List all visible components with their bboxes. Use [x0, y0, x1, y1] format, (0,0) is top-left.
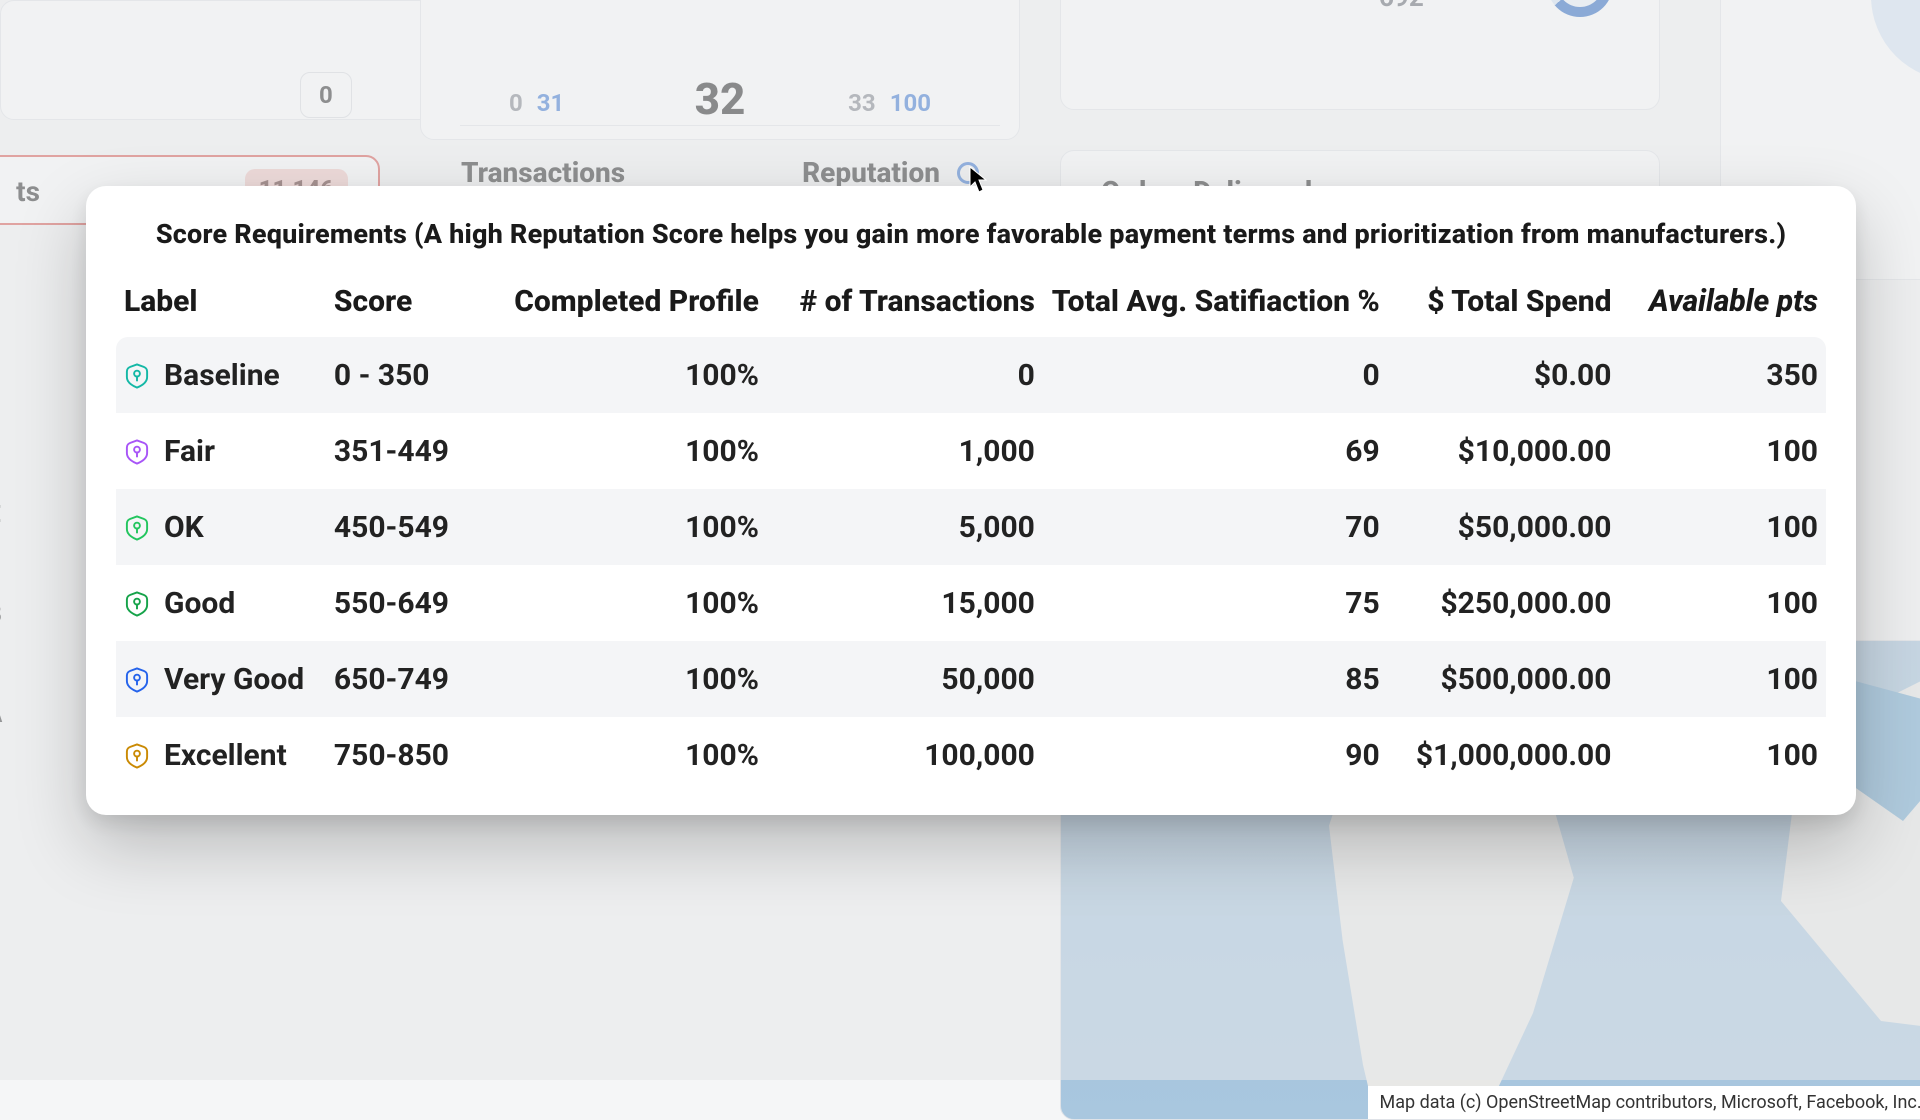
cell-spend: $500,000.00: [1388, 641, 1620, 717]
cell-available-pts: 100: [1619, 717, 1826, 793]
gauge-min-blue: 31: [537, 89, 565, 117]
cell-satisfaction: 0: [1043, 337, 1388, 413]
cell-profile: 100%: [481, 641, 767, 717]
tier-label: Baseline: [164, 358, 280, 393]
cell-label: Fair: [116, 413, 326, 489]
cell-label: Baseline: [116, 337, 326, 413]
cell-score: 0 - 350: [326, 337, 481, 413]
col-satisfaction: Total Avg. Satifiaction %: [1043, 274, 1388, 337]
cell-profile: 100%: [481, 413, 767, 489]
progress-ring-icon: [1547, 0, 1613, 17]
cell-profile: 100%: [481, 565, 767, 641]
tier-badge-icon: [124, 439, 150, 465]
tier-label: OK: [164, 510, 204, 545]
row-id: ROT4V9A: [0, 700, 3, 730]
cell-satisfaction: 69: [1043, 413, 1388, 489]
row-id: CEGQJXI: [0, 500, 3, 530]
tier-label: Very Good: [164, 662, 304, 697]
cell-satisfaction: 90: [1043, 717, 1388, 793]
cell-transactions: 15,000: [767, 565, 1043, 641]
popover-title: Score Requirements (A high Reputation Sc…: [116, 218, 1826, 250]
tier-label: Fair: [164, 434, 215, 469]
cell-transactions: 50,000: [767, 641, 1043, 717]
table-row: Good 550-649100%15,00075$250,000.00100: [116, 565, 1826, 641]
cell-spend: $1,000,000.00: [1388, 717, 1620, 793]
sidebar-count-badge: 0: [300, 72, 352, 118]
tier-badge-icon: [124, 515, 150, 541]
gauge-min-grey: 0: [509, 89, 523, 117]
cell-spend: $250,000.00: [1388, 565, 1620, 641]
table-row: Baseline0 - 350100%00$0.00350: [116, 337, 1826, 413]
gauge-center-value: 32: [695, 73, 746, 125]
table-row: Excellent 750-850100%100,00090$1,000,000.…: [116, 717, 1826, 793]
tier-badge-icon: [124, 591, 150, 617]
cell-score: 650-749: [326, 641, 481, 717]
cell-satisfaction: 75: [1043, 565, 1388, 641]
cell-score: 351-449: [326, 413, 481, 489]
card-subheader-reputation[interactable]: Reputation: [802, 156, 979, 189]
cell-available-pts: 100: [1619, 489, 1826, 565]
cell-spend: $10,000.00: [1388, 413, 1620, 489]
cell-spend: $50,000.00: [1388, 489, 1620, 565]
cell-available-pts: 100: [1619, 565, 1826, 641]
table-row: Very Good 650-749100%50,00085$500,000.001…: [116, 641, 1826, 717]
cell-transactions: 0: [767, 337, 1043, 413]
cell-transactions: 100,000: [767, 717, 1043, 793]
col-available-pts: Available pts: [1619, 274, 1826, 337]
tier-badge-icon: [124, 667, 150, 693]
cell-available-pts: 100: [1619, 641, 1826, 717]
cell-spend: $0.00: [1388, 337, 1620, 413]
card-divider: [460, 125, 1000, 126]
score-requirements-table: Label Score Completed Profile # of Trans…: [116, 274, 1826, 793]
col-label: Label: [116, 274, 326, 337]
table-row: OK 450-549100%5,00070$50,000.00100: [116, 489, 1826, 565]
cell-score: 450-549: [326, 489, 481, 565]
cell-profile: 100%: [481, 489, 767, 565]
score-requirements-popover: Score Requirements (A high Reputation Sc…: [86, 186, 1856, 815]
sidebar-item-label: ts: [16, 175, 40, 208]
table-header-row: Label Score Completed Profile # of Trans…: [116, 274, 1826, 337]
id-column: CEGQJXI VPG79N8 ROT4V9A: [0, 500, 3, 730]
cell-profile: 100%: [481, 337, 767, 413]
tier-badge-icon: [124, 363, 150, 389]
cell-label: Good: [116, 565, 326, 641]
table-row: Fair 351-449100%1,00069$10,000.00100: [116, 413, 1826, 489]
completion-percent: 68.4%: [1101, 0, 1217, 10]
tier-badge-icon: [124, 743, 150, 769]
col-spend: $ Total Spend: [1388, 274, 1620, 337]
cell-profile: 100%: [481, 717, 767, 793]
gauge-max-blue: 100: [890, 89, 931, 117]
tier-label: Good: [164, 586, 235, 621]
cell-satisfaction: 70: [1043, 489, 1388, 565]
donut-chart-icon: [1871, 0, 1920, 81]
card-subheader-transactions: Transactions: [461, 156, 625, 189]
cell-label: Very Good: [116, 641, 326, 717]
reputation-gauge-card: 031 33100 32 Transactions Reputation: [420, 0, 1020, 140]
col-transactions: # of Transactions: [767, 274, 1043, 337]
col-profile: Completed Profile: [481, 274, 767, 337]
row-id: VPG79N8: [0, 600, 3, 630]
info-icon[interactable]: [957, 162, 979, 184]
cell-transactions: 5,000: [767, 489, 1043, 565]
completion-card[interactable]: 68.4% 473 / 692: [1060, 0, 1660, 110]
cell-available-pts: 100: [1619, 413, 1826, 489]
map-attribution: Map data (c) OpenStreetMap contributors,…: [1368, 1086, 1920, 1119]
cell-score: 750-850: [326, 717, 481, 793]
gauge-max-grey: 33: [848, 89, 876, 117]
cell-transactions: 1,000: [767, 413, 1043, 489]
cell-score: 550-649: [326, 565, 481, 641]
col-score: Score: [326, 274, 481, 337]
tier-label: Excellent: [164, 738, 287, 773]
cell-label: Excellent: [116, 717, 326, 793]
cell-label: OK: [116, 489, 326, 565]
cell-available-pts: 350: [1619, 337, 1826, 413]
cell-satisfaction: 85: [1043, 641, 1388, 717]
completion-fraction: 473 / 692: [1379, 0, 1440, 14]
